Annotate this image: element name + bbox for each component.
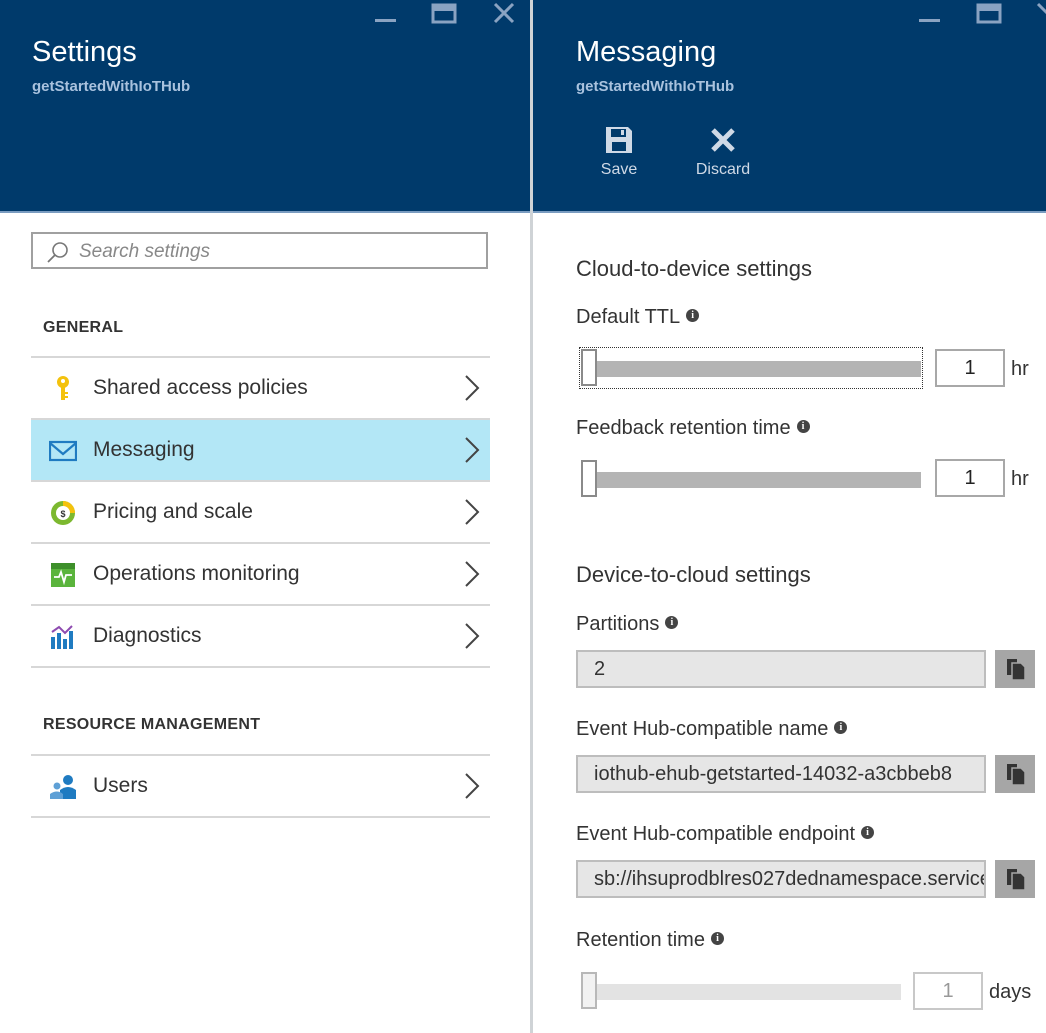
feedback-retention-slider[interactable] bbox=[581, 460, 921, 498]
eventhub-endpoint-field[interactable]: sb://ihsuprodblres027dednamespace.servic… bbox=[576, 860, 986, 898]
svg-text:$: $ bbox=[60, 509, 65, 519]
discard-button[interactable]: Discard bbox=[683, 125, 763, 179]
bar-chart-icon bbox=[49, 623, 77, 651]
settings-blade: Settings getStartedWithIoTHub GENERAL Sh… bbox=[0, 0, 530, 1033]
default-ttl-slider[interactable] bbox=[579, 347, 923, 389]
messaging-subtitle: getStartedWithIoTHub bbox=[576, 78, 735, 95]
default-ttl-unit: hr bbox=[1011, 358, 1029, 380]
users-icon bbox=[49, 773, 77, 801]
menu-item-label: Messaging bbox=[93, 438, 195, 461]
partitions-label: Partitions i bbox=[576, 613, 679, 636]
messaging-blade: Messaging getStartedWithIoTHub Save Disc… bbox=[533, 0, 1046, 1033]
messaging-blade-header: Messaging getStartedWithIoTHub Save Disc… bbox=[533, 0, 1046, 213]
feedback-retention-unit: hr bbox=[1011, 468, 1029, 490]
messaging-title: Messaging bbox=[576, 36, 717, 68]
monitoring-icon bbox=[49, 561, 77, 589]
info-icon[interactable]: i bbox=[665, 616, 679, 630]
search-input[interactable] bbox=[77, 238, 481, 266]
slider-thumb[interactable] bbox=[581, 349, 597, 386]
default-ttl-input[interactable]: 1 bbox=[935, 349, 1005, 387]
menu-item-label: Users bbox=[93, 774, 148, 797]
settings-title: Settings bbox=[32, 36, 137, 68]
menu-item-operations-monitoring[interactable]: Operations monitoring bbox=[31, 542, 490, 604]
chevron-right-icon bbox=[464, 560, 480, 593]
d2c-section-title: Device-to-cloud settings bbox=[576, 562, 811, 587]
search-icon bbox=[47, 242, 68, 263]
section-header-general: GENERAL bbox=[43, 319, 124, 336]
minimize-icon[interactable] bbox=[372, 2, 400, 26]
menu-item-shared-access-policies[interactable]: Shared access policies bbox=[31, 356, 490, 418]
key-icon bbox=[49, 375, 77, 403]
eventhub-name-label: Event Hub-compatible name i bbox=[576, 718, 848, 741]
retention-time-slider[interactable] bbox=[581, 972, 901, 1010]
chevron-right-icon bbox=[464, 498, 480, 531]
settings-blade-header: Settings getStartedWithIoTHub bbox=[0, 0, 530, 213]
default-ttl-label: Default TTL i bbox=[576, 306, 700, 329]
info-icon[interactable]: i bbox=[686, 309, 700, 323]
info-icon[interactable]: i bbox=[710, 932, 724, 946]
envelope-icon bbox=[48, 437, 78, 465]
settings-subtitle: getStartedWithIoTHub bbox=[32, 78, 191, 95]
search-box[interactable] bbox=[31, 232, 488, 269]
copy-eventhub-endpoint-button[interactable] bbox=[995, 860, 1035, 898]
save-label: Save bbox=[600, 161, 638, 178]
general-menu: Shared access policies Messaging $ Prici… bbox=[31, 356, 490, 668]
menu-item-label: Shared access policies bbox=[93, 376, 308, 399]
menu-item-pricing-and-scale[interactable]: $ Pricing and scale bbox=[31, 480, 490, 542]
partitions-field[interactable]: 2 bbox=[576, 650, 986, 688]
menu-item-diagnostics[interactable]: Diagnostics bbox=[31, 604, 490, 668]
save-button[interactable]: Save bbox=[579, 125, 659, 179]
chevron-right-icon bbox=[464, 622, 480, 655]
feedback-retention-input[interactable]: 1 bbox=[935, 459, 1005, 497]
c2d-section-title: Cloud-to-device settings bbox=[576, 256, 813, 281]
close-icon[interactable] bbox=[1033, 2, 1046, 26]
slider-thumb[interactable] bbox=[581, 972, 597, 1009]
chevron-right-icon bbox=[464, 374, 480, 407]
resource-management-menu: Users bbox=[31, 754, 490, 818]
copy-icon bbox=[1007, 764, 1026, 786]
discard-icon bbox=[711, 128, 735, 152]
save-icon bbox=[606, 127, 632, 153]
maximize-icon[interactable] bbox=[975, 2, 1003, 26]
retention-time-label: Retention time i bbox=[576, 929, 724, 952]
discard-label: Discard bbox=[695, 161, 751, 178]
feedback-retention-label: Feedback retention time i bbox=[576, 417, 810, 440]
info-icon[interactable]: i bbox=[834, 721, 848, 735]
menu-item-users[interactable]: Users bbox=[31, 754, 490, 818]
menu-item-label: Diagnostics bbox=[93, 624, 202, 647]
chevron-right-icon bbox=[464, 436, 480, 469]
menu-item-label: Operations monitoring bbox=[93, 562, 300, 585]
minimize-icon[interactable] bbox=[916, 2, 944, 26]
chevron-right-icon bbox=[464, 772, 480, 805]
info-icon[interactable]: i bbox=[796, 420, 810, 434]
copy-eventhub-name-button[interactable] bbox=[995, 755, 1035, 793]
menu-item-messaging[interactable]: Messaging bbox=[31, 418, 490, 480]
info-icon[interactable]: i bbox=[861, 826, 875, 840]
retention-time-unit: days bbox=[989, 981, 1032, 1003]
close-icon[interactable] bbox=[490, 2, 518, 26]
pricing-icon: $ bbox=[49, 499, 77, 527]
maximize-icon[interactable] bbox=[430, 2, 458, 26]
copy-icon bbox=[1007, 659, 1026, 681]
eventhub-endpoint-label: Event Hub-compatible endpoint i bbox=[576, 823, 875, 846]
copy-icon bbox=[1007, 869, 1026, 891]
slider-thumb[interactable] bbox=[581, 460, 597, 497]
section-header-resource-management: RESOURCE MANAGEMENT bbox=[43, 716, 261, 733]
eventhub-name-field[interactable]: iothub-ehub-getstarted-14032-a3cbbeb8 bbox=[576, 755, 986, 793]
menu-item-label: Pricing and scale bbox=[93, 500, 253, 523]
retention-time-input[interactable]: 1 bbox=[913, 972, 983, 1010]
copy-partitions-button[interactable] bbox=[995, 650, 1035, 688]
